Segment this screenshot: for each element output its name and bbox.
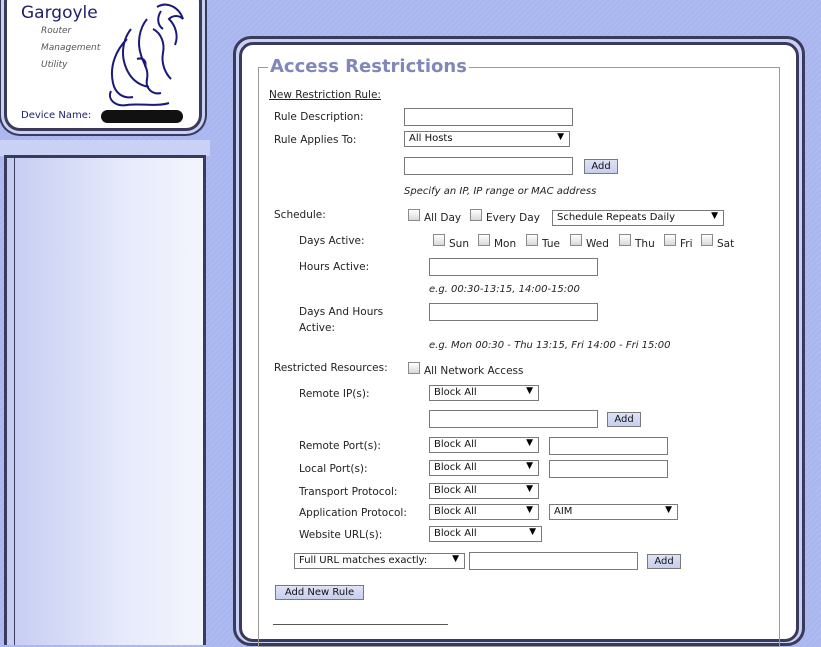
website-url-input[interactable] (469, 552, 638, 570)
rule-description-input[interactable] (404, 108, 573, 126)
gargoyle-logo-icon (109, 3, 184, 107)
schedule-repeat-value: Schedule Repeats Daily (557, 212, 676, 223)
app-subtitle-line-3: Utility (41, 60, 68, 70)
fri-label: Fri (680, 238, 693, 250)
every-day-checkbox[interactable] (470, 209, 482, 221)
sidebar-header-strip (0, 140, 210, 156)
section-divider (273, 624, 448, 625)
section-title: Access Restrictions (268, 56, 469, 77)
remote-ip-input[interactable] (429, 410, 598, 428)
sidebar-divider (14, 158, 15, 645)
website-url-label: Website URL(s): (299, 529, 383, 541)
rule-applies-to-value: All Hosts (409, 133, 453, 144)
application-protocol-label: Application Protocol: (299, 507, 407, 519)
schedule-repeat-select[interactable]: Schedule Repeats Daily ▼ (552, 210, 724, 226)
all-day-checkbox[interactable] (408, 209, 420, 221)
remote-port-label: Remote Port(s): (299, 440, 381, 452)
transport-protocol-select[interactable]: Block All ▼ (429, 483, 539, 499)
new-rule-heading: New Restriction Rule: (269, 89, 381, 101)
fri-checkbox[interactable] (664, 234, 676, 246)
days-hours-active-input[interactable] (429, 303, 598, 321)
transport-protocol-label: Transport Protocol: (299, 486, 398, 498)
remote-ip-label: Remote IP(s): (299, 388, 370, 400)
schedule-label: Schedule: (274, 209, 326, 221)
add-host-button[interactable]: Add (584, 159, 618, 174)
add-url-button[interactable]: Add (647, 554, 681, 569)
chevron-down-icon: ▼ (526, 505, 533, 515)
local-port-value: Block All (434, 462, 477, 473)
every-day-label: Every Day (486, 212, 540, 224)
application-protocol-select[interactable]: Block All ▼ (429, 504, 539, 520)
rule-applies-to-label: Rule Applies To: (274, 134, 357, 146)
all-network-access-checkbox[interactable] (408, 362, 420, 374)
days-hours-active-hint: e.g. Mon 00:30 - Thu 13:15, Fri 14:00 - … (429, 340, 671, 351)
transport-protocol-value: Block All (434, 485, 477, 496)
wed-label: Wed (586, 238, 609, 250)
remote-ip-select[interactable]: Block All ▼ (429, 385, 539, 401)
hours-active-label: Hours Active: (299, 261, 370, 273)
wed-checkbox[interactable] (570, 234, 582, 246)
remote-port-value: Block All (434, 439, 477, 450)
chevron-down-icon: ▼ (526, 438, 533, 448)
add-remote-ip-button[interactable]: Add (607, 412, 641, 427)
website-url-select[interactable]: Block All ▼ (429, 526, 542, 542)
chevron-down-icon: ▼ (526, 386, 533, 396)
thu-label: Thu (635, 238, 655, 250)
sun-label: Sun (449, 238, 469, 250)
chevron-down-icon: ▼ (711, 211, 718, 221)
url-match-type-value: Full URL matches exactly: (299, 555, 428, 566)
days-hours-label-line-2: Active: (299, 322, 336, 334)
url-match-type-select[interactable]: Full URL matches exactly: ▼ (294, 553, 465, 569)
chevron-down-icon: ▼ (529, 527, 536, 537)
sat-checkbox[interactable] (701, 234, 713, 246)
mon-checkbox[interactable] (478, 234, 490, 246)
local-port-label: Local Port(s): (299, 463, 368, 475)
hours-active-input[interactable] (429, 258, 598, 276)
rule-applies-to-select[interactable]: All Hosts ▼ (404, 131, 570, 147)
remote-port-select[interactable]: Block All ▼ (429, 437, 539, 453)
website-url-value: Block All (434, 528, 477, 539)
device-name-label: Device Name: (21, 110, 92, 121)
restricted-resources-label: Restricted Resources: (274, 362, 388, 374)
add-new-rule-button[interactable]: Add New Rule (275, 585, 364, 600)
host-address-input[interactable] (404, 157, 573, 175)
mon-label: Mon (494, 238, 517, 250)
thu-checkbox[interactable] (619, 234, 631, 246)
device-name-redacted (101, 110, 183, 123)
host-address-hint: Specify an IP, IP range or MAC address (404, 186, 597, 197)
all-day-label: All Day (424, 212, 462, 224)
application-protocol-name-value: AIM (554, 506, 573, 517)
sidebar-nav (4, 155, 206, 645)
logo-panel: Gargoyle Router Management Utility Devic… (4, 0, 202, 131)
sat-label: Sat (717, 238, 735, 250)
remote-ip-value: Block All (434, 387, 477, 398)
application-protocol-name-select[interactable]: AIM ▼ (549, 504, 678, 520)
local-port-input[interactable] (549, 460, 668, 478)
days-active-label: Days Active: (299, 235, 365, 247)
app-subtitle-line-1: Router (41, 26, 72, 36)
chevron-down-icon: ▼ (452, 554, 459, 564)
rule-description-label: Rule Description: (274, 111, 364, 123)
chevron-down-icon: ▼ (557, 132, 564, 142)
all-network-access-label: All Network Access (424, 365, 524, 377)
days-hours-label-line-1: Days And Hours (299, 306, 384, 318)
remote-port-input[interactable] (549, 437, 668, 455)
hours-active-hint: e.g. 00:30-13:15, 14:00-15:00 (429, 284, 580, 295)
sun-checkbox[interactable] (433, 234, 445, 246)
chevron-down-icon: ▼ (526, 461, 533, 471)
application-protocol-value: Block All (434, 506, 477, 517)
chevron-down-icon: ▼ (665, 505, 672, 515)
tue-label: Tue (542, 238, 560, 250)
local-port-select[interactable]: Block All ▼ (429, 460, 539, 476)
chevron-down-icon: ▼ (526, 484, 533, 494)
tue-checkbox[interactable] (526, 234, 538, 246)
